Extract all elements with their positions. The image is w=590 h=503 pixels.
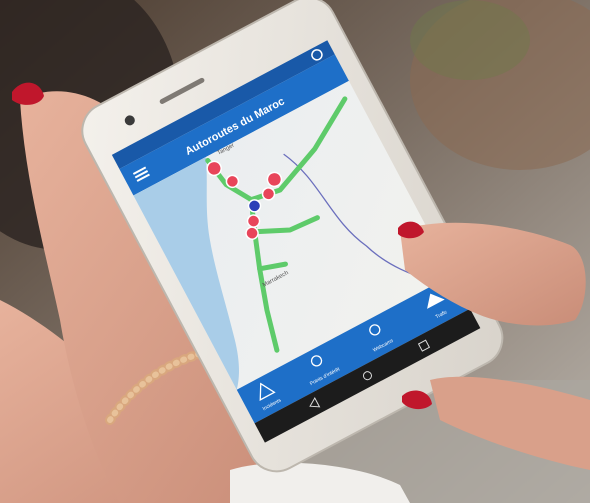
background-plant: [410, 0, 530, 80]
photo-scene: Autoroutes du Maroc Tanger Marrakech Inc…: [0, 0, 590, 503]
